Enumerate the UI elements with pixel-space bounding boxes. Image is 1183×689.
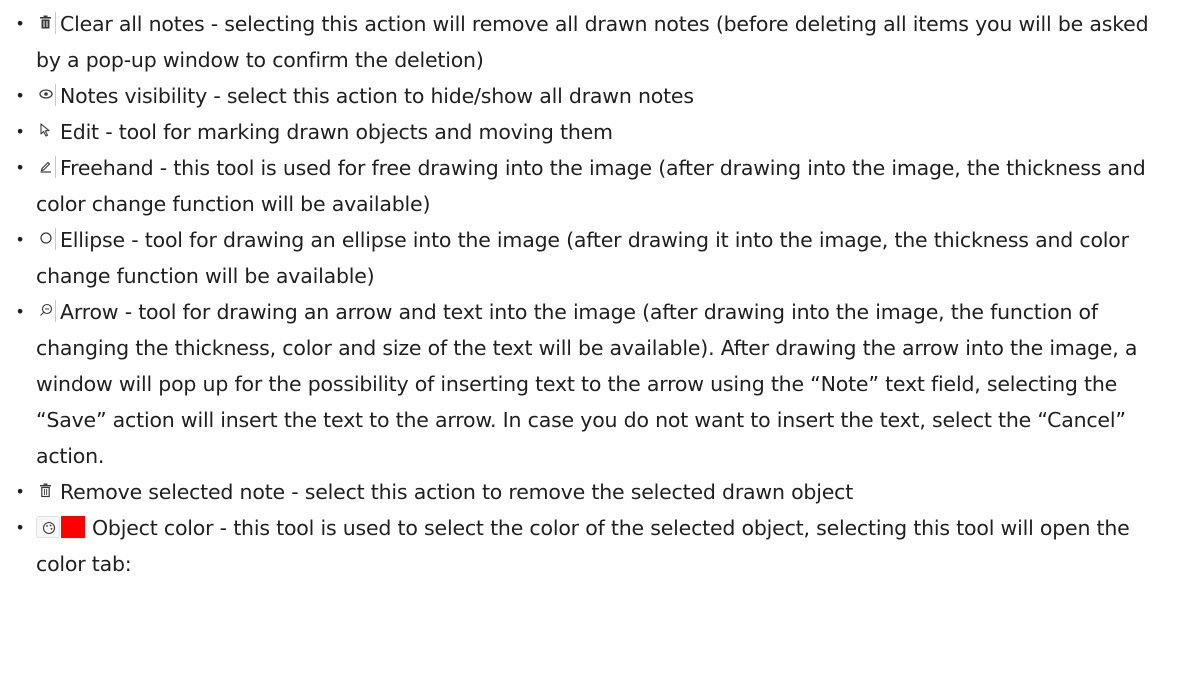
- list-item-freehand: • Freehand - this tool is used for free …: [8, 150, 1168, 222]
- list-item-text: Arrow - tool for drawing an arrow and te…: [36, 300, 1138, 468]
- list-item-object-color: • Object color - this tool is used to se…: [8, 510, 1168, 582]
- cursor-arrow-icon: [36, 120, 56, 142]
- trash-outline-icon: [36, 480, 56, 502]
- list-item-text: Freehand - this tool is used for free dr…: [36, 156, 1146, 216]
- bullet: •: [15, 482, 25, 501]
- bullet: •: [15, 14, 25, 33]
- list-item-text: Clear all notes - selecting this action …: [36, 12, 1149, 72]
- list-item-remove-selected-note: • Remove selected note - select this act…: [8, 474, 1168, 510]
- list-item-arrow: • Arrow - tool for drawing an arrow and …: [8, 294, 1168, 474]
- bullet: •: [15, 230, 25, 249]
- bullet: •: [15, 518, 25, 537]
- list-item-notes-visibility: • Notes visibility - select this action …: [8, 78, 1168, 114]
- list-item-text: Notes visibility - select this action to…: [60, 84, 694, 108]
- list-item-text: Ellipse - tool for drawing an ellipse in…: [36, 228, 1129, 288]
- bullet: •: [15, 122, 25, 141]
- trash-icon: [36, 12, 56, 34]
- arrow-note-icon: [36, 300, 56, 322]
- list-item-text: Object color - this tool is used to sele…: [36, 516, 1130, 576]
- list-item-text: Edit - tool for marking drawn objects an…: [60, 120, 613, 144]
- document-page: • Clear all notes - selecting this actio…: [0, 0, 1183, 689]
- palette-icon: [36, 516, 88, 538]
- palette-button: [36, 516, 60, 538]
- bullet: •: [15, 302, 25, 321]
- ellipse-icon: [36, 228, 56, 250]
- eye-icon: [36, 84, 56, 106]
- list-item-clear-all-notes: • Clear all notes - selecting this actio…: [8, 6, 1168, 78]
- bullet: •: [15, 86, 25, 105]
- list-item-edit: • Edit - tool for marking drawn objects …: [8, 114, 1168, 150]
- list-item-ellipse: • Ellipse - tool for drawing an ellipse …: [8, 222, 1168, 294]
- bullet: •: [15, 158, 25, 177]
- list-item-text: Remove selected note - select this actio…: [60, 480, 854, 504]
- tool-description-list: • Clear all notes - selecting this actio…: [8, 6, 1168, 582]
- pencil-icon: [36, 156, 56, 178]
- color-swatch: [61, 516, 85, 538]
